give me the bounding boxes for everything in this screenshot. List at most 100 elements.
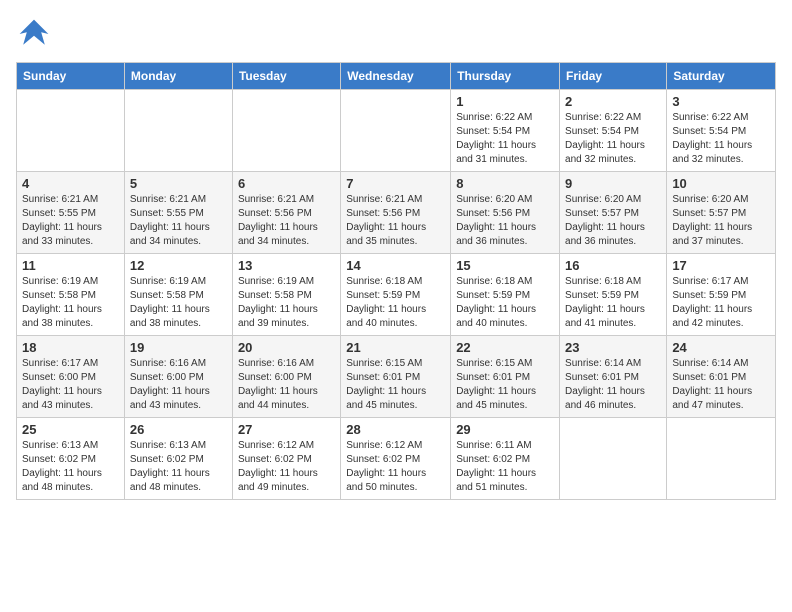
day-number: 1 [456,94,554,109]
calendar-cell: 1 Sunrise: 6:22 AM Sunset: 5:54 PM Daylig… [451,90,560,172]
day-content: Sunrise: 6:21 AM Sunset: 5:55 PM Dayligh… [130,193,227,249]
day-number: 8 [456,176,554,191]
calendar-week-3: 18 Sunrise: 6:17 AM Sunset: 6:00 PM Dayli… [17,336,776,418]
calendar-cell: 19 Sunrise: 6:16 AM Sunset: 6:00 PM Dayli… [124,336,232,418]
day-content: Sunrise: 6:11 AM Sunset: 6:02 PM Dayligh… [456,439,554,495]
day-number: 16 [565,258,661,273]
calendar-cell: 29 Sunrise: 6:11 AM Sunset: 6:02 PM Dayli… [451,418,560,500]
day-content: Sunrise: 6:18 AM Sunset: 5:59 PM Dayligh… [456,275,554,331]
day-number: 14 [346,258,445,273]
day-content: Sunrise: 6:12 AM Sunset: 6:02 PM Dayligh… [346,439,445,495]
calendar-cell: 3 Sunrise: 6:22 AM Sunset: 5:54 PM Daylig… [667,90,776,172]
day-content: Sunrise: 6:17 AM Sunset: 6:00 PM Dayligh… [22,357,119,413]
day-number: 25 [22,422,119,437]
calendar-cell [341,90,451,172]
calendar-cell: 7 Sunrise: 6:21 AM Sunset: 5:56 PM Daylig… [341,172,451,254]
calendar-cell: 14 Sunrise: 6:18 AM Sunset: 5:59 PM Dayli… [341,254,451,336]
day-number: 6 [238,176,335,191]
day-number: 20 [238,340,335,355]
day-content: Sunrise: 6:19 AM Sunset: 5:58 PM Dayligh… [238,275,335,331]
day-content: Sunrise: 6:14 AM Sunset: 6:01 PM Dayligh… [672,357,770,413]
calendar-cell: 15 Sunrise: 6:18 AM Sunset: 5:59 PM Dayli… [451,254,560,336]
col-header-tuesday: Tuesday [232,63,340,90]
calendar-cell: 26Sunrise: 6:13 AM Sunset: 6:02 PM Dayli… [124,418,232,500]
day-content: Sunrise: 6:20 AM Sunset: 5:57 PM Dayligh… [672,193,770,249]
calendar-cell: 12Sunrise: 6:19 AM Sunset: 5:58 PM Dayli… [124,254,232,336]
calendar-week-2: 11 Sunrise: 6:19 AM Sunset: 5:58 PM Dayli… [17,254,776,336]
calendar-cell: 11Sunrise: 6:19 AM Sunset: 5:58 PM Dayli… [17,254,125,336]
calendar-week-1: 4Sunrise: 6:21 AM Sunset: 5:55 PM Daylig… [17,172,776,254]
day-number: 11 [22,258,119,273]
calendar-body: 1 Sunrise: 6:22 AM Sunset: 5:54 PM Daylig… [17,90,776,500]
logo-bird-icon [16,16,52,52]
day-number: 24 [672,340,770,355]
calendar-cell: 28 Sunrise: 6:12 AM Sunset: 6:02 PM Dayli… [341,418,451,500]
calendar-cell: 6 Sunrise: 6:21 AM Sunset: 5:56 PM Daylig… [232,172,340,254]
day-number: 26 [130,422,227,437]
calendar-week-0: 1 Sunrise: 6:22 AM Sunset: 5:54 PM Daylig… [17,90,776,172]
calendar-cell: 18 Sunrise: 6:17 AM Sunset: 6:00 PM Dayli… [17,336,125,418]
day-number: 21 [346,340,445,355]
day-content: Sunrise: 6:21 AM Sunset: 5:56 PM Dayligh… [346,193,445,249]
day-content: Sunrise: 6:21 AM Sunset: 5:55 PM Dayligh… [22,193,119,249]
day-content: Sunrise: 6:13 AM Sunset: 6:02 PM Dayligh… [22,439,119,495]
day-content: Sunrise: 6:22 AM Sunset: 5:54 PM Dayligh… [456,111,554,167]
calendar-cell: 20Sunrise: 6:16 AM Sunset: 6:00 PM Dayli… [232,336,340,418]
day-number: 17 [672,258,770,273]
calendar-cell [232,90,340,172]
day-content: Sunrise: 6:21 AM Sunset: 5:56 PM Dayligh… [238,193,335,249]
col-header-thursday: Thursday [451,63,560,90]
day-number: 29 [456,422,554,437]
day-content: Sunrise: 6:22 AM Sunset: 5:54 PM Dayligh… [672,111,770,167]
day-number: 12 [130,258,227,273]
day-content: Sunrise: 6:15 AM Sunset: 6:01 PM Dayligh… [346,357,445,413]
day-number: 10 [672,176,770,191]
day-number: 2 [565,94,661,109]
day-number: 3 [672,94,770,109]
calendar-cell [124,90,232,172]
day-number: 9 [565,176,661,191]
calendar-cell: 4Sunrise: 6:21 AM Sunset: 5:55 PM Daylig… [17,172,125,254]
calendar-cell [667,418,776,500]
col-header-sunday: Sunday [17,63,125,90]
day-content: Sunrise: 6:18 AM Sunset: 5:59 PM Dayligh… [346,275,445,331]
calendar-week-4: 25 Sunrise: 6:13 AM Sunset: 6:02 PM Dayli… [17,418,776,500]
calendar-cell [17,90,125,172]
day-content: Sunrise: 6:20 AM Sunset: 5:56 PM Dayligh… [456,193,554,249]
day-number: 18 [22,340,119,355]
calendar-cell: 5 Sunrise: 6:21 AM Sunset: 5:55 PM Daylig… [124,172,232,254]
calendar-cell: 2 Sunrise: 6:22 AM Sunset: 5:54 PM Daylig… [560,90,667,172]
day-number: 7 [346,176,445,191]
calendar-cell: 8 Sunrise: 6:20 AM Sunset: 5:56 PM Daylig… [451,172,560,254]
day-number: 19 [130,340,227,355]
calendar-header-row: SundayMondayTuesdayWednesdayThursdayFrid… [17,63,776,90]
calendar-cell: 23 Sunrise: 6:14 AM Sunset: 6:01 PM Dayli… [560,336,667,418]
day-content: Sunrise: 6:17 AM Sunset: 5:59 PM Dayligh… [672,275,770,331]
day-number: 23 [565,340,661,355]
day-number: 27 [238,422,335,437]
day-content: Sunrise: 6:18 AM Sunset: 5:59 PM Dayligh… [565,275,661,331]
col-header-friday: Friday [560,63,667,90]
calendar-cell [560,418,667,500]
calendar-cell: 16 Sunrise: 6:18 AM Sunset: 5:59 PM Dayli… [560,254,667,336]
day-content: Sunrise: 6:22 AM Sunset: 5:54 PM Dayligh… [565,111,661,167]
day-content: Sunrise: 6:14 AM Sunset: 6:01 PM Dayligh… [565,357,661,413]
col-header-saturday: Saturday [667,63,776,90]
col-header-monday: Monday [124,63,232,90]
header [16,16,776,52]
calendar-cell: 27 Sunrise: 6:12 AM Sunset: 6:02 PM Dayli… [232,418,340,500]
day-content: Sunrise: 6:12 AM Sunset: 6:02 PM Dayligh… [238,439,335,495]
calendar-cell: 9 Sunrise: 6:20 AM Sunset: 5:57 PM Daylig… [560,172,667,254]
day-content: Sunrise: 6:20 AM Sunset: 5:57 PM Dayligh… [565,193,661,249]
day-number: 13 [238,258,335,273]
day-content: Sunrise: 6:15 AM Sunset: 6:01 PM Dayligh… [456,357,554,413]
logo [16,16,56,52]
day-content: Sunrise: 6:16 AM Sunset: 6:00 PM Dayligh… [130,357,227,413]
calendar-cell: 22Sunrise: 6:15 AM Sunset: 6:01 PM Dayli… [451,336,560,418]
day-number: 28 [346,422,445,437]
calendar-cell: 10 Sunrise: 6:20 AM Sunset: 5:57 PM Dayli… [667,172,776,254]
calendar-cell: 21 Sunrise: 6:15 AM Sunset: 6:01 PM Dayli… [341,336,451,418]
calendar-cell: 13 Sunrise: 6:19 AM Sunset: 5:58 PM Dayli… [232,254,340,336]
day-number: 5 [130,176,227,191]
day-number: 15 [456,258,554,273]
